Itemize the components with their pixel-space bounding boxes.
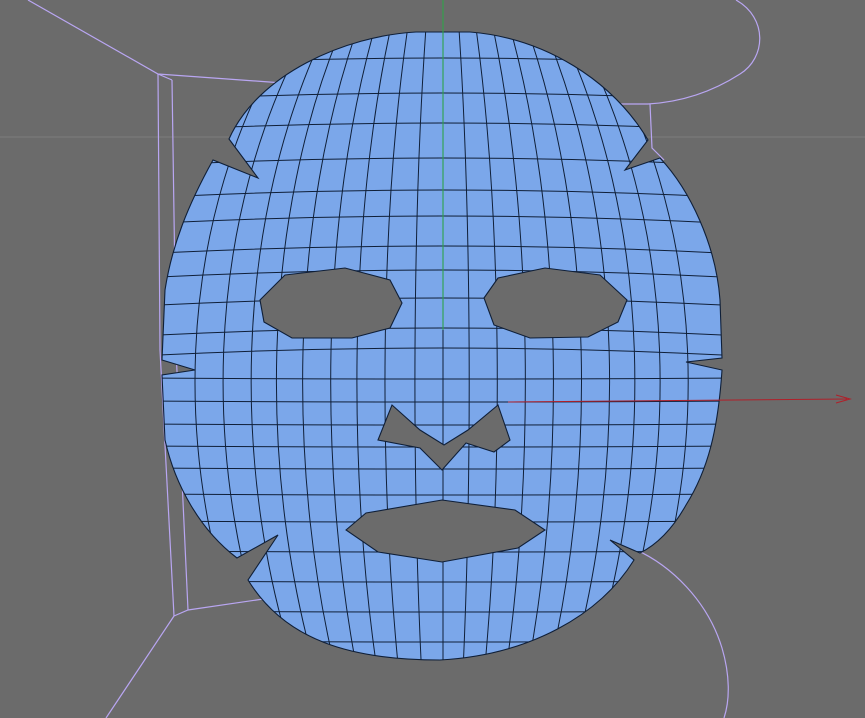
face-mask-mesh[interactable]	[140, 20, 740, 680]
mesh-edge-loop-horizontal	[162, 520, 722, 523]
viewport-canvas[interactable]	[0, 0, 865, 718]
spline-top-left[interactable]	[27, 0, 284, 84]
mesh-edge-loop-horizontal	[162, 445, 722, 448]
spline-right-bottom[interactable]	[631, 547, 729, 718]
spline-top-right[interactable]	[618, 0, 761, 105]
spline-right-mid[interactable]	[649, 103, 665, 161]
3d-viewport[interactable]	[0, 0, 865, 718]
spline-left-bottom[interactable]	[105, 615, 175, 718]
